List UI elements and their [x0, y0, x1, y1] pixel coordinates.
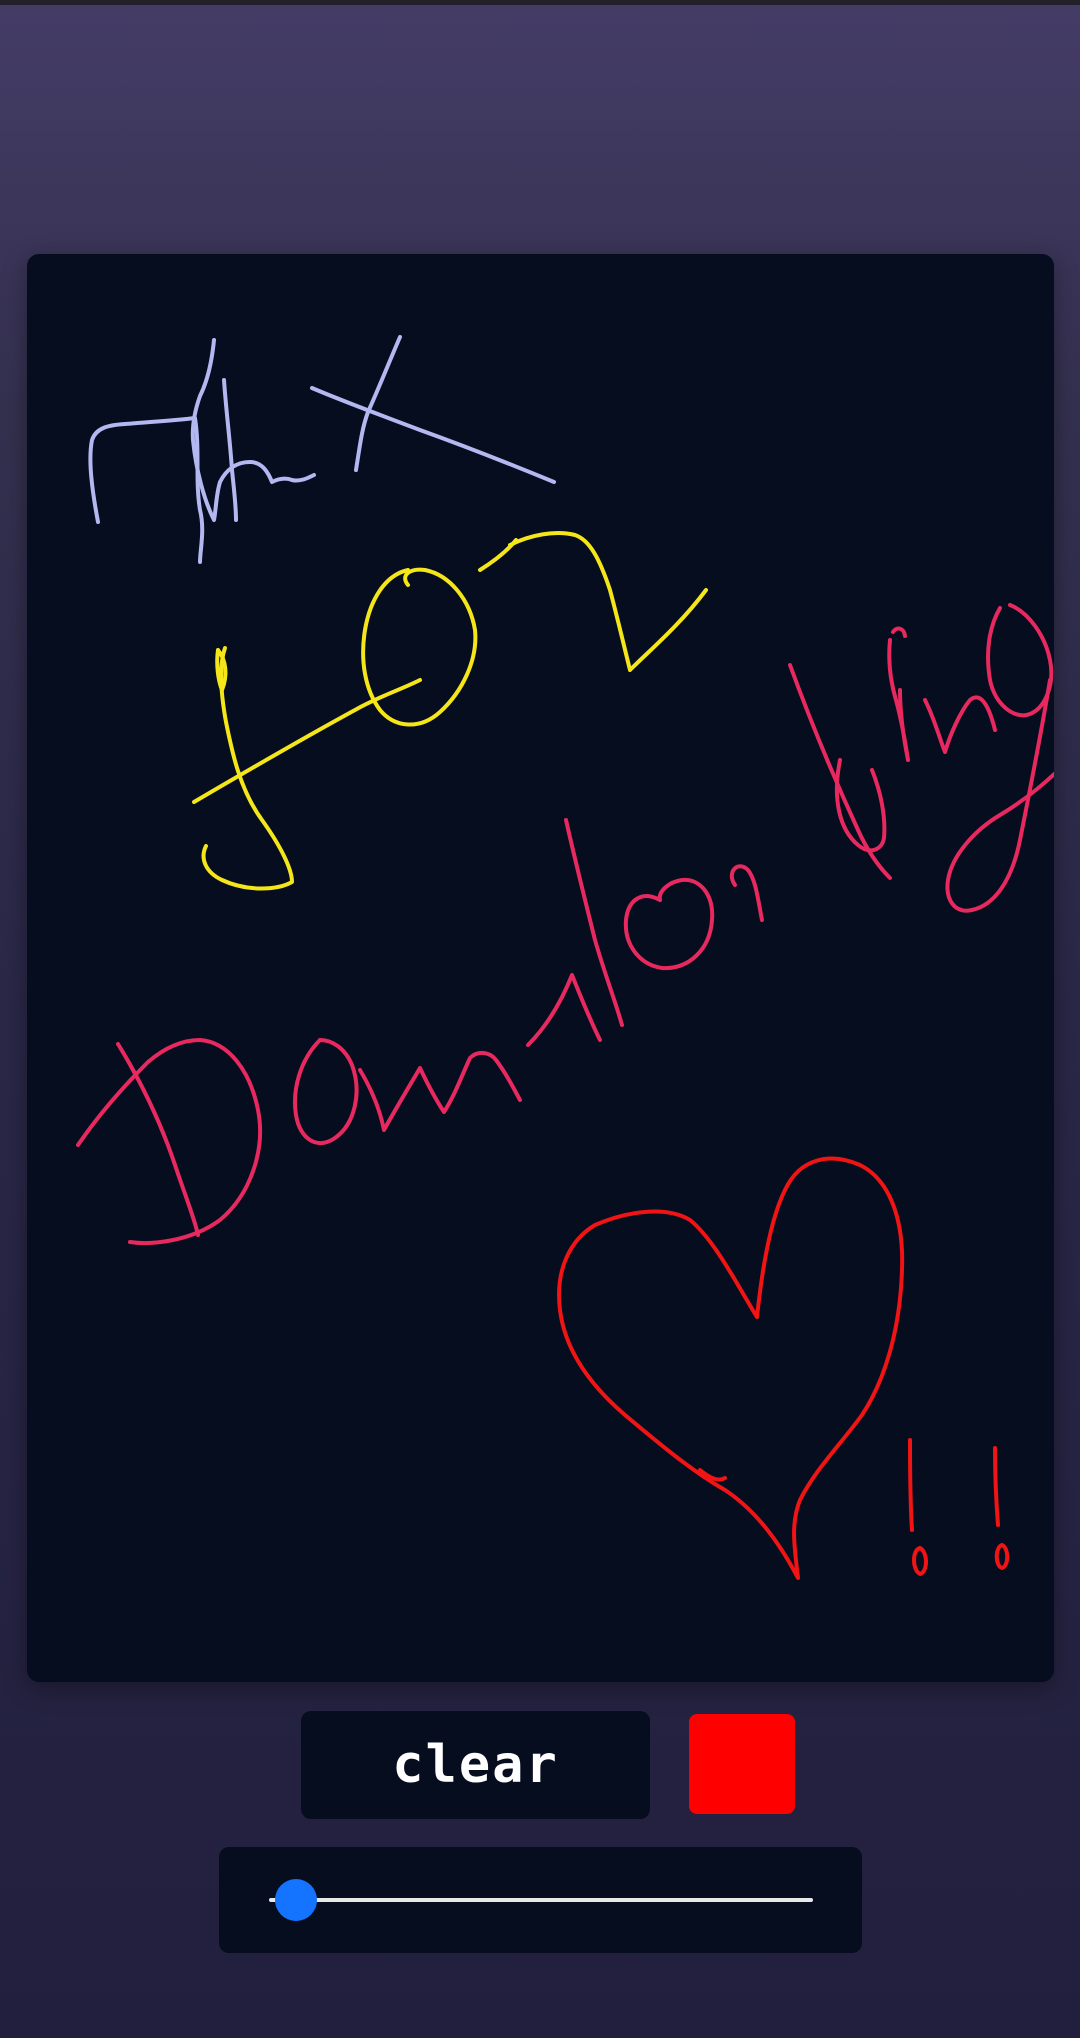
heart-drawing — [557, 1156, 905, 1580]
slider-track[interactable] — [269, 1898, 813, 1902]
brush-color-swatch[interactable] — [689, 1714, 795, 1814]
top-status-strip — [0, 0, 1080, 5]
canvas-drawing-layer — [76, 335, 1054, 1580]
exclamation-marks — [908, 1438, 1010, 1576]
thx-handwriting — [88, 335, 556, 564]
drawing-canvas[interactable] — [27, 254, 1054, 1682]
slider-thumb[interactable] — [275, 1879, 318, 1921]
clear-button[interactable]: clear — [301, 1711, 650, 1819]
brush-size-slider[interactable] — [219, 1847, 862, 1953]
for-handwriting — [192, 531, 708, 891]
